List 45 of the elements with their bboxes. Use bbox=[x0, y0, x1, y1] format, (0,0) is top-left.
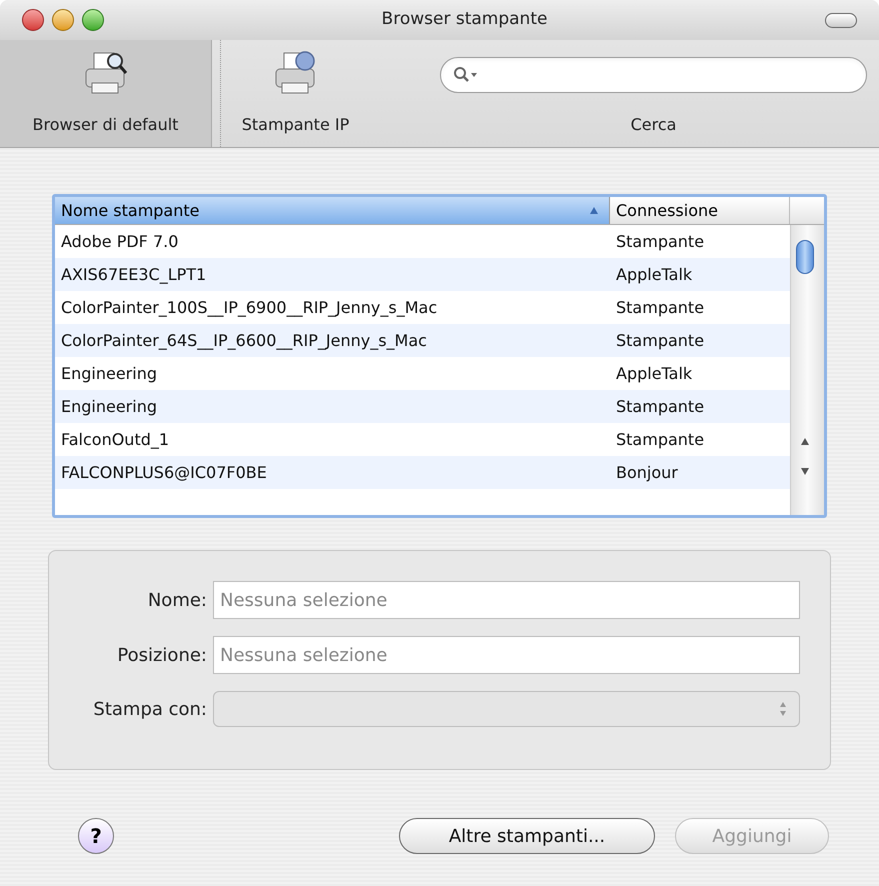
input-field[interactable]: Nessuna selezione bbox=[213, 636, 800, 674]
printer-name-cell[interactable]: FALCONPLUS6@IC07F0BE bbox=[55, 460, 610, 484]
sorted-column-header[interactable]: Nome stampante bbox=[55, 197, 610, 224]
close-icon[interactable] bbox=[22, 9, 44, 31]
printer-name-cell[interactable]: FalconOutd_1 bbox=[55, 428, 610, 452]
column-header[interactable]: Connessione bbox=[610, 197, 790, 224]
connection-cell[interactable]: Stampante bbox=[610, 296, 704, 320]
printer-name-cell[interactable]: Adobe PDF 7.0 bbox=[55, 230, 610, 254]
scrollbar[interactable] bbox=[790, 225, 824, 515]
table-row[interactable]: Engineering Stampante bbox=[55, 390, 790, 423]
scroll-down-icon[interactable] bbox=[800, 467, 810, 476]
action-button[interactable]: Altre stampanti... bbox=[399, 818, 655, 854]
help-button[interactable]: ? bbox=[78, 818, 114, 854]
toolbar-toggle-icon[interactable] bbox=[825, 12, 857, 28]
scroll-thumb[interactable] bbox=[796, 240, 814, 274]
scroll-up-icon[interactable] bbox=[800, 437, 810, 446]
connection-cell[interactable]: Stampante bbox=[610, 428, 704, 452]
search-label: Cerca bbox=[630, 114, 676, 136]
window-title: Browser stampante bbox=[382, 8, 548, 32]
connection-cell[interactable]: Stampante bbox=[610, 394, 704, 418]
input-field[interactable]: Nessuna selezione bbox=[213, 581, 800, 619]
printer-name-cell[interactable]: Engineering bbox=[55, 394, 610, 418]
table-row[interactable]: ColorPainter_64S__IP_6600__RIP_Jenny_s_Mac Stampante bbox=[55, 324, 790, 357]
printer-name-cell[interactable]: ColorPainter_100S__IP_6900__RIP_Jenny_s_Mac bbox=[55, 296, 610, 320]
field-label: Posizione: bbox=[116, 644, 208, 668]
field-label: Stampa con: bbox=[92, 698, 208, 722]
printer-name-cell[interactable]: Engineering bbox=[55, 362, 610, 386]
table-row[interactable]: AXIS67EE3C_LPT1 AppleTalk bbox=[55, 258, 790, 291]
printer-name-cell[interactable]: ColorPainter_64S__IP_6600__RIP_Jenny_s_Mac bbox=[55, 328, 610, 352]
connection-cell[interactable]: AppleTalk bbox=[610, 362, 692, 386]
toolbar-button[interactable]: Stampante IP bbox=[220, 40, 370, 147]
minimize-icon[interactable] bbox=[52, 9, 74, 31]
connection-cell[interactable]: Bonjour bbox=[610, 460, 678, 484]
connection-cell[interactable]: AppleTalk bbox=[610, 262, 692, 286]
zoom-icon[interactable] bbox=[82, 9, 104, 31]
search-icon bbox=[453, 66, 479, 84]
search-field[interactable] bbox=[440, 57, 867, 93]
table-row[interactable]: FALCONPLUS6@IC07F0BE Bonjour bbox=[55, 456, 790, 489]
stepper-arrows-icon bbox=[779, 701, 787, 717]
toolbar-button[interactable]: Browser di default bbox=[0, 40, 212, 147]
printer-name-cell[interactable]: AXIS67EE3C_LPT1 bbox=[55, 262, 610, 286]
connection-cell[interactable]: Stampante bbox=[610, 328, 704, 352]
header-corner bbox=[790, 197, 824, 224]
field-label: Nome: bbox=[146, 588, 208, 612]
connection-cell[interactable]: Stampante bbox=[610, 230, 704, 254]
